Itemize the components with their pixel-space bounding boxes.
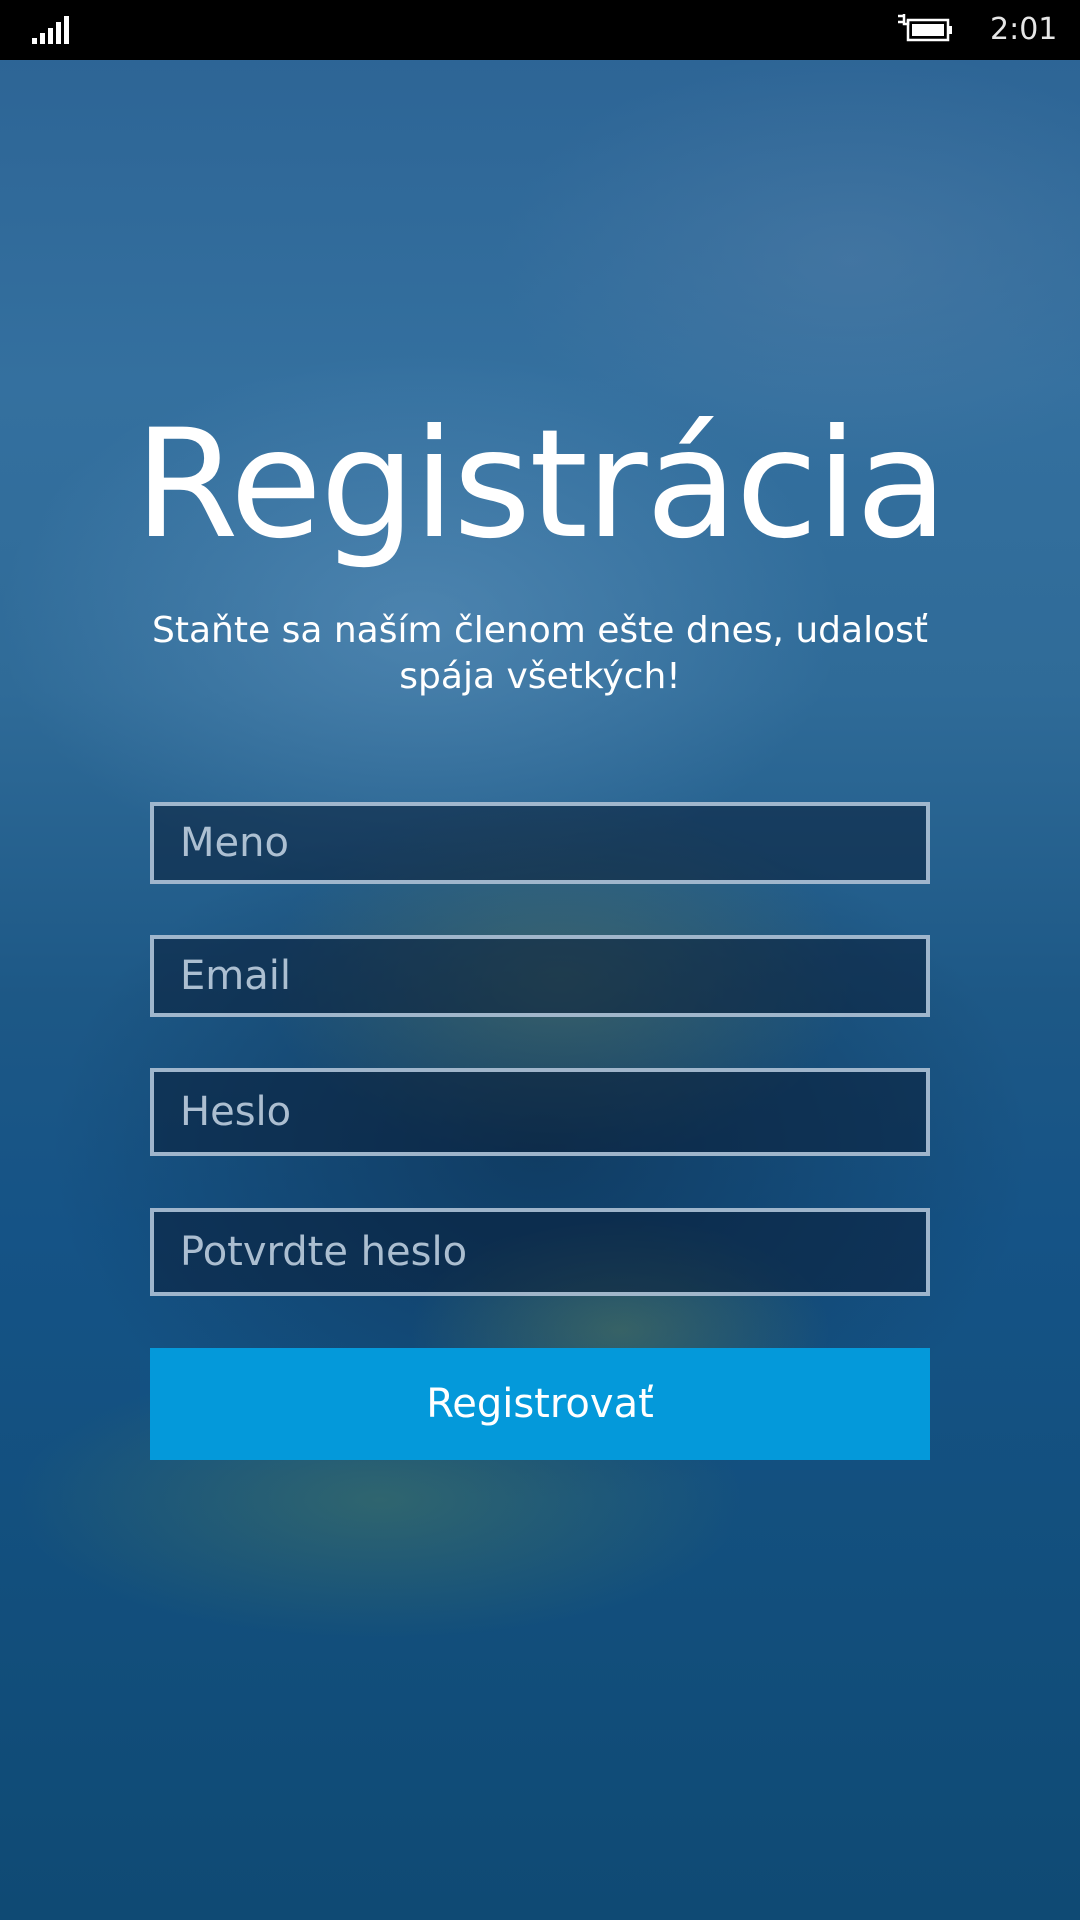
status-bar: 2:01 [0, 0, 1080, 60]
name-field[interactable] [150, 802, 930, 884]
register-button[interactable]: Registrovať [150, 1348, 930, 1460]
password-field[interactable] [150, 1068, 930, 1156]
signal-bars-icon [32, 16, 69, 44]
page-subtitle: Staňte sa naším členom ešte dnes, udalos… [152, 610, 928, 697]
status-clock: 2:01 [990, 12, 1058, 47]
email-input[interactable] [154, 939, 926, 1013]
password-input[interactable] [154, 1072, 926, 1152]
battery-charging-icon [898, 14, 952, 42]
confirm-password-field[interactable] [150, 1208, 930, 1296]
page-title: Registrácia [134, 398, 947, 572]
email-field[interactable] [150, 935, 930, 1017]
confirm-password-input[interactable] [154, 1212, 926, 1292]
name-input[interactable] [154, 806, 926, 880]
